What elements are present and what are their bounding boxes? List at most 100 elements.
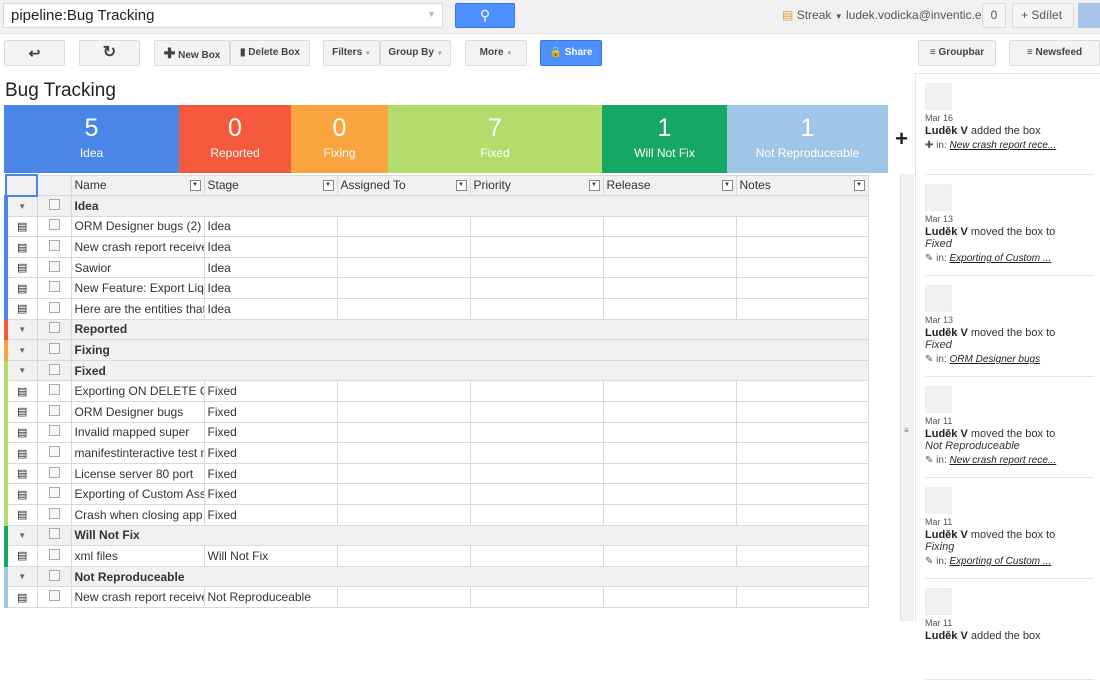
column-header[interactable]: Name ▼ (70, 174, 205, 197)
stage-cell[interactable]: Fixed (203, 442, 338, 464)
group-by-button[interactable]: Group By ▼ (380, 40, 451, 66)
stage-cell[interactable]: Fixed (203, 401, 338, 423)
group-row[interactable]: ▼ Not Reproduceable (4, 565, 869, 588)
box-icon[interactable]: ▤ (4, 442, 38, 464)
priority-cell[interactable] (469, 442, 604, 464)
row-checkbox-cell[interactable] (36, 401, 72, 423)
row-checkbox-cell[interactable] (36, 545, 72, 567)
checkbox[interactable] (48, 363, 60, 375)
notes-cell[interactable] (735, 277, 869, 300)
release-cell[interactable] (602, 256, 737, 279)
name-cell[interactable]: New crash report received (70, 586, 205, 608)
feed-user[interactable]: Luděk V (925, 226, 968, 238)
name-cell[interactable]: manifestinteractive test model (70, 442, 205, 464)
feed-user[interactable]: Luděk V (925, 630, 968, 642)
box-icon[interactable]: ▤ (4, 277, 38, 300)
stage-cell[interactable]: Idea (203, 236, 338, 258)
notes-cell[interactable] (735, 256, 869, 279)
share-plus-button[interactable]: + Sdílet (1012, 3, 1074, 28)
box-icon[interactable]: ▤ (4, 586, 38, 608)
stage-cell[interactable]: Idea (203, 215, 338, 238)
assigned-cell[interactable] (336, 545, 471, 567)
notes-cell[interactable] (735, 298, 869, 320)
release-cell[interactable] (602, 215, 737, 238)
name-cell[interactable]: New crash report received (70, 236, 205, 258)
row-checkbox-cell[interactable] (36, 586, 72, 608)
assigned-cell[interactable] (336, 236, 471, 258)
assigned-cell[interactable] (336, 462, 471, 485)
row-checkbox-cell[interactable] (36, 421, 72, 444)
notes-cell[interactable] (735, 442, 869, 464)
feed-user[interactable]: Luděk V (925, 428, 968, 440)
box-icon[interactable]: ▤ (4, 483, 38, 505)
notes-cell[interactable] (735, 586, 869, 608)
group-row[interactable]: ▼ Will Not Fix (4, 524, 869, 547)
group-row[interactable]: ▼ Idea (4, 195, 869, 217)
table-row[interactable]: ▤ Crash when closing app withFixed (4, 504, 869, 526)
table-row[interactable]: ▤ manifestinteractive test modelFixed (4, 442, 869, 464)
row-checkbox-cell[interactable] (36, 277, 72, 300)
avatar[interactable] (1078, 3, 1100, 28)
checkbox[interactable] (48, 240, 60, 252)
row-checkbox-cell[interactable] (36, 236, 72, 258)
box-icon[interactable]: ▤ (4, 504, 38, 526)
box-icon[interactable]: ▤ (4, 256, 38, 279)
column-header[interactable]: Notes ▼ (735, 174, 869, 197)
column-header[interactable]: Stage ▼ (203, 174, 338, 197)
column-menu-icon[interactable]: ▼ (588, 179, 600, 191)
priority-cell[interactable] (469, 256, 604, 279)
row-checkbox-cell[interactable] (36, 215, 72, 238)
table-row[interactable]: ▤ ORM Designer bugs (2) Idea (4, 215, 869, 238)
table-row[interactable]: ▤ Exporting ON DELETE CASCADEFixed (4, 380, 869, 403)
assigned-cell[interactable] (336, 586, 471, 608)
name-cell[interactable]: ORM Designer bugs (2) (70, 215, 205, 238)
group-checkbox-cell[interactable] (36, 359, 72, 382)
stage-idea[interactable]: 5 Idea (4, 105, 179, 173)
notes-cell[interactable] (735, 236, 869, 258)
notification-count[interactable]: 0 (982, 3, 1006, 28)
checkbox[interactable] (48, 466, 60, 478)
box-icon[interactable]: ▤ (4, 236, 38, 258)
row-checkbox-cell[interactable] (36, 442, 72, 464)
group-checkbox-cell[interactable] (36, 339, 72, 361)
box-icon[interactable]: ▤ (4, 421, 38, 444)
collapse-icon[interactable]: ▼ (4, 318, 38, 341)
name-cell[interactable]: xml files (70, 545, 205, 567)
assigned-cell[interactable] (336, 256, 471, 279)
priority-cell[interactable] (469, 215, 604, 238)
notes-cell[interactable] (735, 483, 869, 505)
stage-not-reproduceable[interactable]: 1 Not Reproduceable (727, 105, 888, 173)
notes-cell[interactable] (735, 462, 869, 485)
checkbox[interactable] (48, 425, 60, 437)
release-cell[interactable] (602, 298, 737, 320)
release-cell[interactable] (602, 380, 737, 403)
name-cell[interactable]: Exporting of Custom Associations (70, 483, 205, 505)
checkbox[interactable] (48, 384, 60, 396)
delete-box-button[interactable]: ▮ Delete Box (230, 40, 310, 66)
name-cell[interactable]: Sawior (70, 256, 205, 279)
checkbox[interactable] (48, 322, 60, 334)
collapse-icon[interactable]: ▼ (4, 565, 38, 588)
table-row[interactable]: ▤ Exporting of Custom AssociationsFixed (4, 483, 869, 505)
feed-user[interactable]: Luděk V (925, 327, 968, 339)
release-cell[interactable] (602, 421, 737, 444)
priority-cell[interactable] (469, 462, 604, 485)
column-menu-icon[interactable]: ▼ (455, 179, 467, 191)
feed-user[interactable]: Luděk V (925, 529, 968, 541)
more-button[interactable]: More ▼ (465, 40, 527, 66)
stage-reported[interactable]: 0 Reported (179, 105, 291, 173)
notes-cell[interactable] (735, 545, 869, 567)
checkbox[interactable] (48, 487, 60, 499)
priority-cell[interactable] (469, 421, 604, 444)
stage-cell[interactable]: Idea (203, 277, 338, 300)
assigned-cell[interactable] (336, 442, 471, 464)
name-cell[interactable]: Exporting ON DELETE CASCADE (70, 380, 205, 403)
table-row[interactable]: ▤ License server 80 port Fixed (4, 462, 869, 485)
stage-cell[interactable]: Fixed (203, 483, 338, 505)
checkbox[interactable] (48, 301, 60, 313)
box-icon[interactable]: ▤ (4, 545, 38, 567)
row-checkbox-cell[interactable] (36, 380, 72, 403)
feed-box-link[interactable]: Exporting of Custom ... (950, 556, 1052, 567)
box-icon[interactable]: ▤ (4, 462, 38, 485)
dropdown-icon[interactable]: ▼ (427, 9, 436, 19)
